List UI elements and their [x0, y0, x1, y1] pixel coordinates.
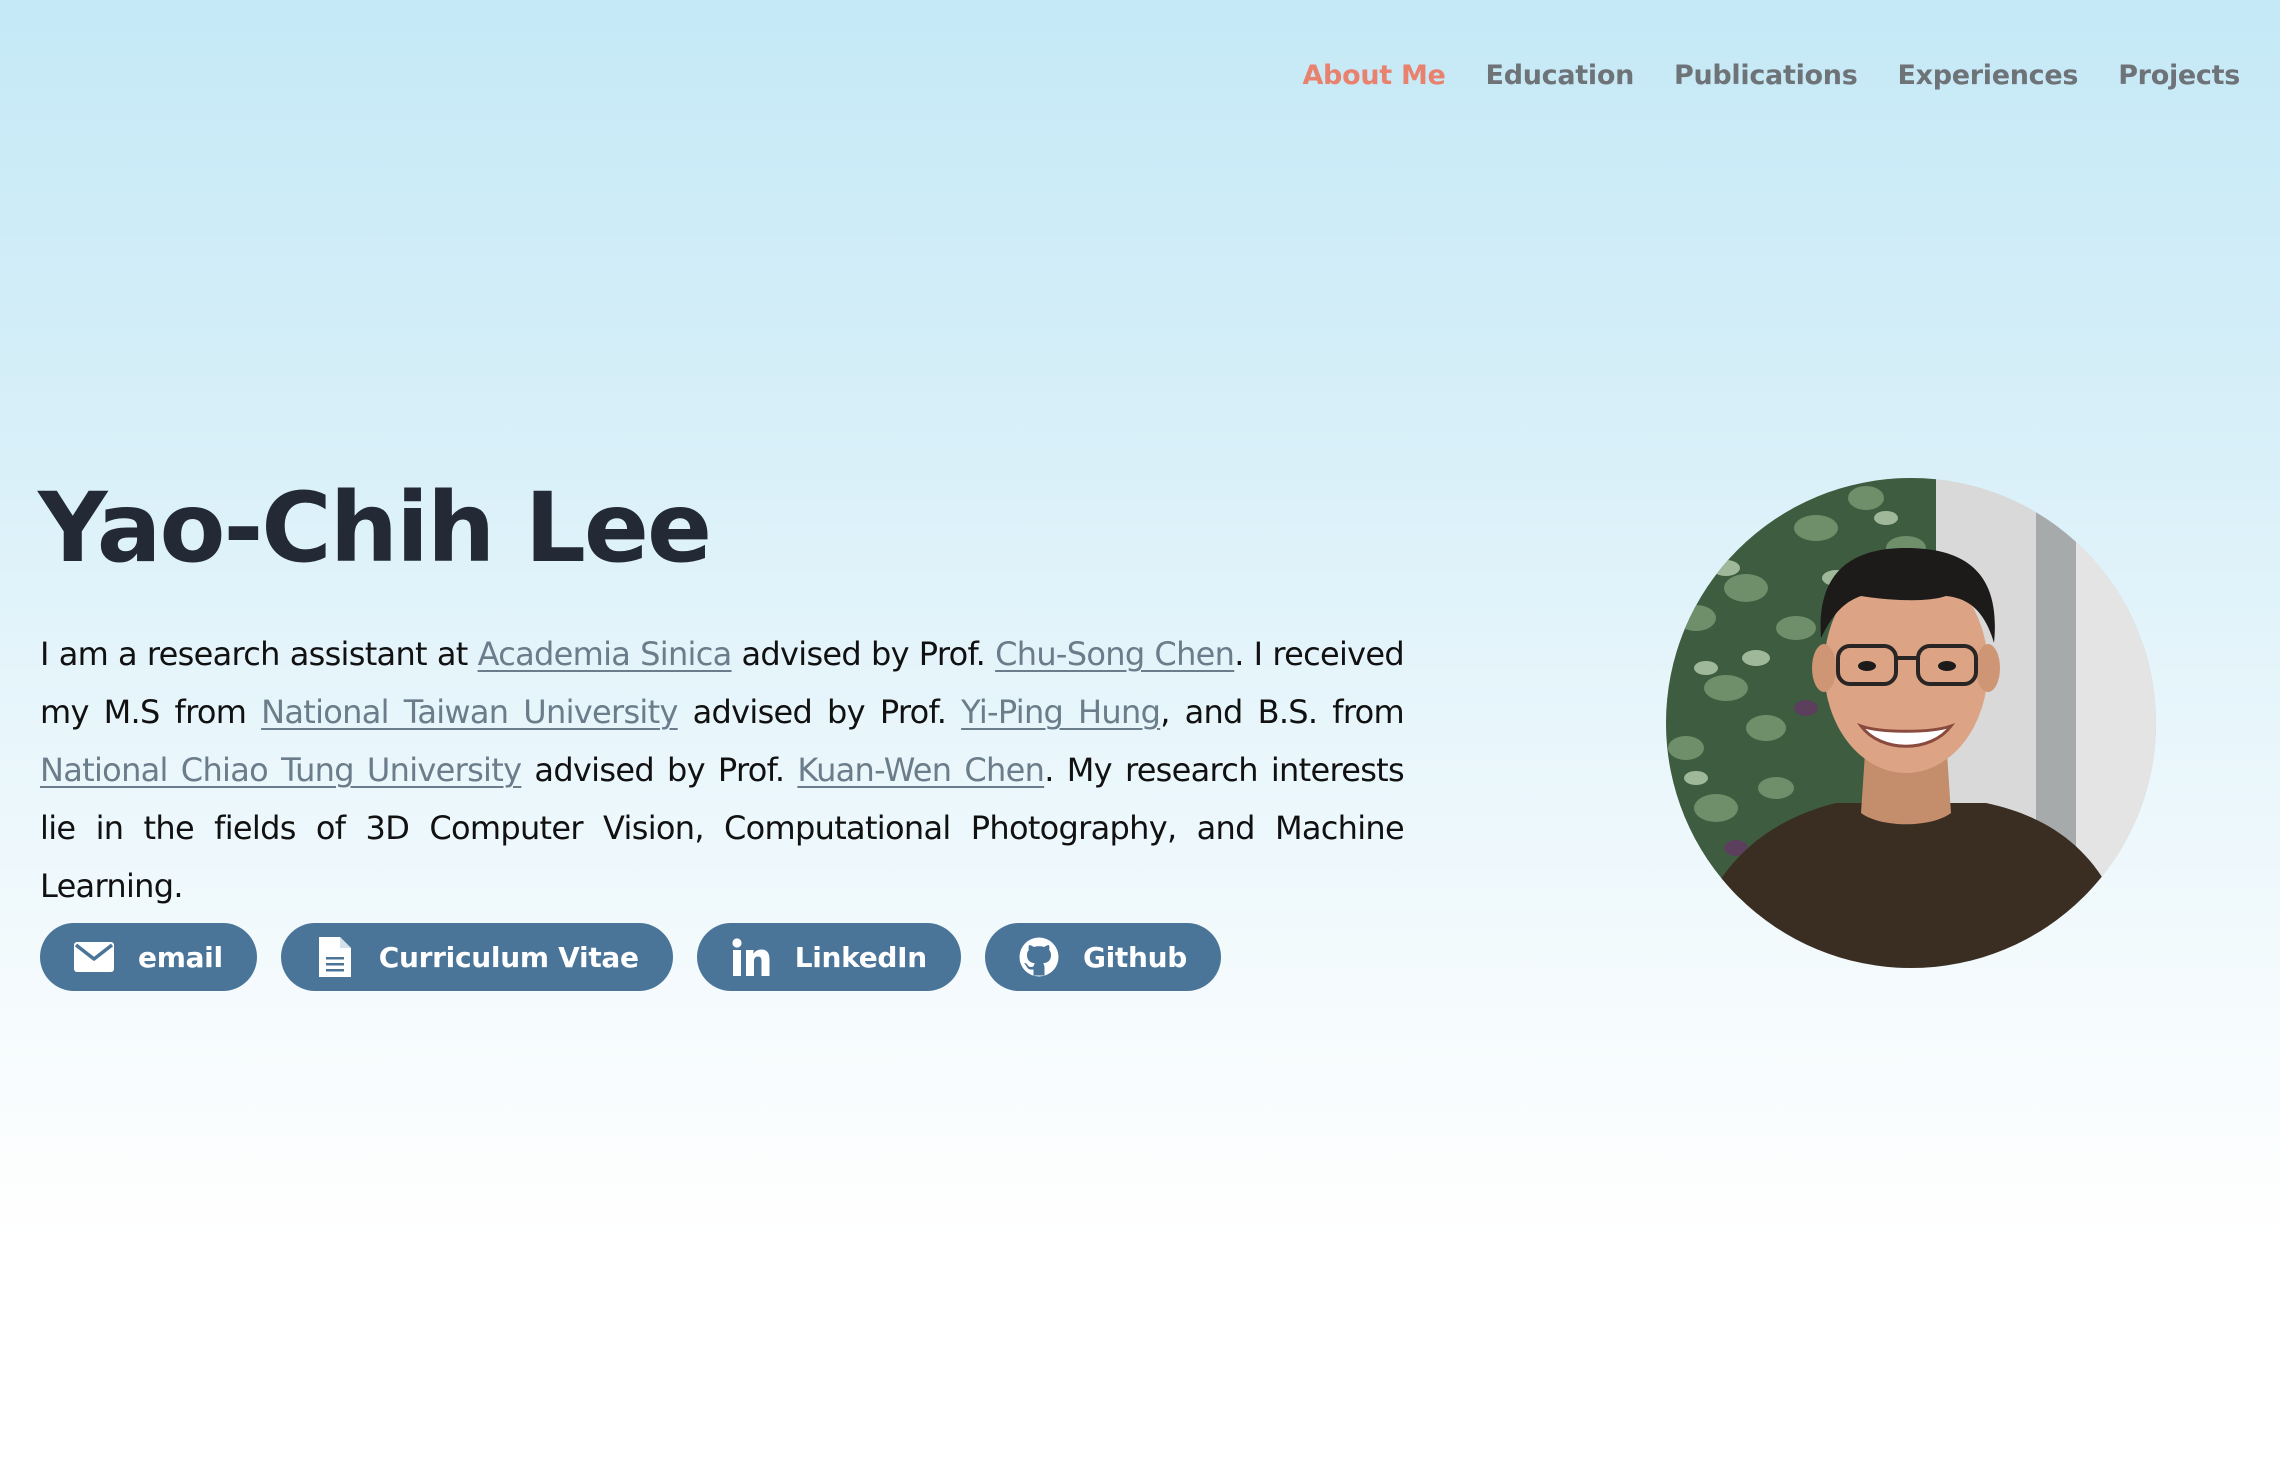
link-yi-ping-hung[interactable]: Yi-Ping Hung — [961, 693, 1161, 731]
cv-button-label: Curriculum Vitae — [378, 940, 639, 974]
linkedin-button[interactable]: LinkedIn — [696, 923, 961, 991]
avatar — [1666, 478, 2156, 968]
nav-about-me[interactable]: About Me — [1302, 54, 1445, 98]
bio-text: advised by Prof. — [731, 635, 996, 673]
linkedin-icon — [731, 937, 771, 977]
nav-experiences[interactable]: Experiences — [1897, 54, 2078, 98]
document-icon — [315, 937, 355, 977]
linkedin-button-label: LinkedIn — [794, 940, 928, 974]
bio-text: advised by Prof. — [677, 693, 962, 731]
page-title: Yao-Chih Lee — [38, 472, 712, 584]
top-nav: About Me Education Publications Experien… — [1302, 54, 2240, 98]
github-icon — [1019, 937, 1059, 977]
link-academia-sinica[interactable]: Academia Sinica — [478, 635, 733, 673]
envelope-icon — [74, 937, 114, 977]
contact-buttons: email Curriculum Vitae LinkedIn Github — [40, 923, 1222, 991]
nav-projects[interactable]: Projects — [2118, 54, 2240, 98]
email-button-label: email — [138, 940, 223, 974]
link-chu-song-chen[interactable]: Chu-Song Chen — [995, 635, 1235, 673]
github-button[interactable]: Github — [984, 923, 1222, 991]
nav-education[interactable]: Education — [1486, 54, 1635, 98]
link-national-taiwan-university[interactable]: National Taiwan University — [261, 693, 678, 731]
link-kuan-wen-chen[interactable]: Kuan-Wen Chen — [797, 751, 1045, 789]
nav-publications[interactable]: Publications — [1674, 54, 1858, 98]
email-button[interactable]: email — [40, 923, 257, 991]
bio-text: advised by Prof. — [521, 751, 798, 789]
bio-text: I am a research assistant at — [40, 635, 478, 673]
bio-text: , and B.S. from — [1160, 693, 1404, 731]
github-button-label: Github — [1082, 940, 1188, 974]
bio-paragraph: I am a research assistant at Academia Si… — [40, 625, 1405, 915]
link-national-chiao-tung-university[interactable]: National Chiao Tung University — [40, 751, 522, 789]
cv-button[interactable]: Curriculum Vitae — [280, 923, 673, 991]
